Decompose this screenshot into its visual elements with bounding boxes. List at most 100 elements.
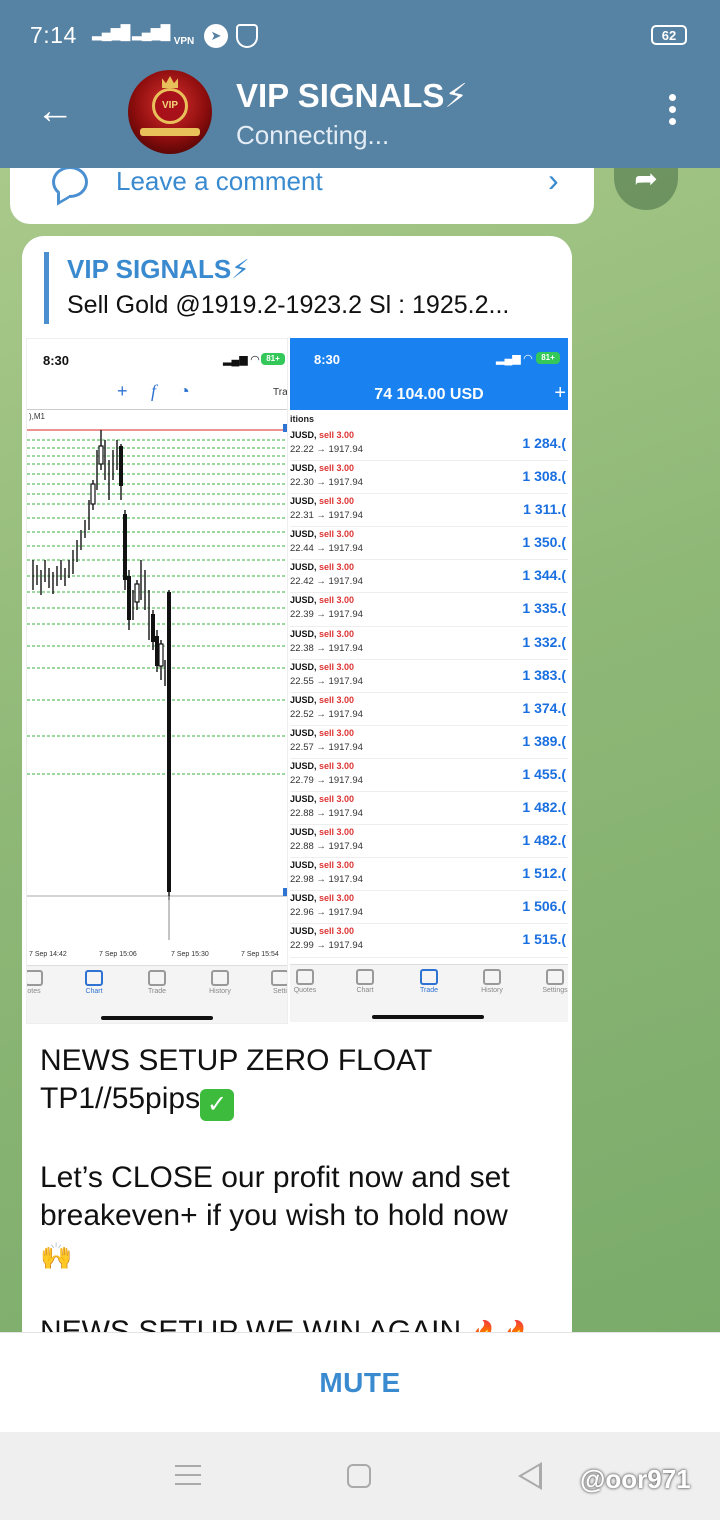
recent-apps-icon[interactable] <box>175 1465 201 1485</box>
history-icon <box>211 970 229 986</box>
position-profit: 1 482.( <box>522 832 566 849</box>
back-arrow-icon[interactable]: ← <box>36 92 76 132</box>
crosshair-icon: + <box>117 381 128 401</box>
tab-label: Setti <box>272 988 287 995</box>
position-symbol: JUSD, sell 3.00 <box>290 728 354 738</box>
channel-avatar[interactable]: VIP <box>128 70 212 154</box>
position-row: JUSD, sell 3.00 22.88 → 1917.94 1 482.( <box>290 792 568 826</box>
telegram-icon: ➤ <box>204 24 228 48</box>
position-prices: 22.52 → 1917.94 <box>290 708 363 720</box>
position-side: sell 3.00 <box>319 893 355 904</box>
tab-label: Chart <box>356 987 374 994</box>
attached-image[interactable]: 8:30 ▂▄▆ ◠ 81+ + f ◔ Tra ),M1 7 Sep 14:4… <box>26 338 568 1024</box>
chat-header: ← VIP VIP SIGNALS⚡ Connecting... <box>0 62 720 168</box>
signal-icon: ▂▄▆█ <box>92 24 130 40</box>
position-side: sell 3.00 <box>319 827 355 838</box>
position-prices: 22.88 → 1917.94 <box>290 841 363 853</box>
settings-icon <box>546 969 564 985</box>
trade-icon <box>148 970 166 986</box>
position-profit: 1 311.( <box>523 501 566 518</box>
chat-area[interactable]: Leave a comment › ➦ VIP SIGNALS⚡ Sell Go… <box>0 168 720 1332</box>
position-profit: 1 383.( <box>522 666 566 683</box>
screenshot-signal-icon: ▂▄▆ ◠ <box>223 354 260 366</box>
home-icon[interactable] <box>347 1464 371 1488</box>
positions-list: JUSD, sell 3.00 22.22 → 1917.94 1 284.(JUS… <box>290 428 568 958</box>
screenshot-time: 8:30 <box>43 353 70 368</box>
position-symbol: JUSD, sell 3.00 <box>290 827 354 837</box>
chart-icon <box>85 970 103 986</box>
mute-bar: MUTE <box>0 1332 720 1432</box>
position-row: JUSD, sell 3.00 22.38 → 1917.94 1 332.( <box>290 627 568 660</box>
tab-settings: Setti <box>253 970 287 995</box>
position-symbol-text: JUSD, <box>290 893 317 904</box>
position-symbol: JUSD, sell 3.00 <box>290 529 354 539</box>
position-prices: 22.88 → 1917.94 <box>290 808 363 820</box>
reply-quote[interactable]: VIP SIGNALS⚡ Sell Gold @1919.2-1923.2 Sl… <box>44 252 544 324</box>
home-indicator <box>101 1016 213 1020</box>
position-symbol-text: JUSD, <box>290 760 317 771</box>
home-indicator <box>372 1015 484 1019</box>
watermark: @oor971 <box>580 1464 691 1494</box>
position-profit: 1 308.( <box>522 468 566 485</box>
mute-button[interactable]: MUTE <box>0 1367 720 1399</box>
trade-screenshot: 8:30 ▂▄▆ ◠ 81+ 74 104.00 USD + itions JU… <box>290 338 568 1024</box>
settings-icon <box>271 970 287 986</box>
position-row: JUSD, sell 3.00 22.88 → 1917.94 1 482.( <box>290 825 568 859</box>
position-row: JUSD, sell 3.00 22.31 → 1917.94 1 311.( <box>290 494 568 528</box>
position-prices: 22.30 → 1917.94 <box>290 477 363 489</box>
position-side: sell 3.00 <box>319 463 355 474</box>
plus-icon: + <box>554 382 566 404</box>
position-symbol-text: JUSD, <box>290 661 317 672</box>
position-profit: 1 284.( <box>522 435 566 451</box>
leave-comment-label: Leave a comment <box>116 168 323 196</box>
position-row: JUSD, sell 3.00 22.98 → 1917.94 1 512.( <box>290 858 568 892</box>
more-options-icon[interactable] <box>662 94 682 134</box>
position-side: sell 3.00 <box>319 496 355 507</box>
position-symbol: JUSD, sell 3.00 <box>290 562 354 572</box>
position-row: JUSD, sell 3.00 22.57 → 1917.94 1 389.( <box>290 726 568 759</box>
chart-screenshot: 8:30 ▂▄▆ ◠ 81+ + f ◔ Tra ),M1 7 Sep 14:4… <box>26 338 288 1024</box>
position-row: JUSD, sell 3.00 22.42 → 1917.94 1 344.( <box>290 560 568 594</box>
position-symbol: JUSD, sell 3.00 <box>290 430 354 440</box>
position-profit: 1 344.( <box>522 567 566 584</box>
back-triangle-icon[interactable] <box>518 1462 542 1490</box>
x-axis-label: 7 Sep 15:54 <box>241 951 279 958</box>
position-symbol-text: JUSD, <box>290 562 317 573</box>
position-symbol: JUSD, sell 3.00 <box>290 761 354 771</box>
tab-settings: Settings <box>528 969 568 994</box>
x-axis-label: 7 Sep 15:06 <box>99 951 137 958</box>
balance-bar: 74 104.00 USD + <box>290 338 568 410</box>
message-line-4: NEWS SETUP WE WIN AGAIN <box>40 1315 462 1332</box>
position-profit: 1 350.( <box>522 534 566 551</box>
position-profit: 1 515.( <box>522 931 566 948</box>
battery-indicator: 62 <box>651 25 687 45</box>
crown-icon <box>162 76 178 88</box>
position-prices: 22.96 → 1917.94 <box>290 907 363 919</box>
position-row: JUSD, sell 3.00 22.52 → 1917.94 1 374.( <box>290 693 568 726</box>
message-bubble[interactable]: VIP SIGNALS⚡ Sell Gold @1919.2-1923.2 Sl… <box>22 236 572 1332</box>
message-line-2: TP1//55pips <box>40 1082 201 1115</box>
chevron-right-icon: › <box>548 168 559 198</box>
comment-bubble-icon <box>52 168 88 198</box>
position-symbol: JUSD, sell 3.00 <box>290 926 354 936</box>
position-side: sell 3.00 <box>319 661 355 672</box>
chart-x-axis: 7 Sep 14:42 7 Sep 15:06 7 Sep 15:30 7 Se… <box>27 951 287 963</box>
reply-title: VIP SIGNALS⚡ <box>67 254 250 284</box>
position-symbol-text: JUSD, <box>290 794 317 805</box>
tab-label: Trade <box>147 988 167 995</box>
forward-share-icon[interactable]: ➦ <box>614 168 678 210</box>
channel-title[interactable]: VIP SIGNALS⚡ <box>236 76 468 115</box>
position-row: JUSD, sell 3.00 22.22 → 1917.94 1 284.( <box>290 428 568 462</box>
position-prices: 22.55 → 1917.94 <box>290 675 363 687</box>
position-profit: 1 374.( <box>522 699 566 716</box>
position-symbol: JUSD, sell 3.00 <box>290 794 354 804</box>
account-balance: 74 104.00 USD <box>374 386 484 403</box>
signal-icon-secondary: ▂▄▆█ <box>132 24 170 40</box>
leave-comment-button[interactable]: Leave a comment › <box>10 168 594 224</box>
position-profit: 1 455.( <box>522 765 566 782</box>
tab-trade: Trade <box>402 969 456 994</box>
position-symbol: JUSD, sell 3.00 <box>290 695 354 705</box>
position-symbol-text: JUSD, <box>290 926 317 937</box>
position-symbol-text: JUSD, <box>290 827 317 838</box>
chart-icon <box>356 969 374 985</box>
